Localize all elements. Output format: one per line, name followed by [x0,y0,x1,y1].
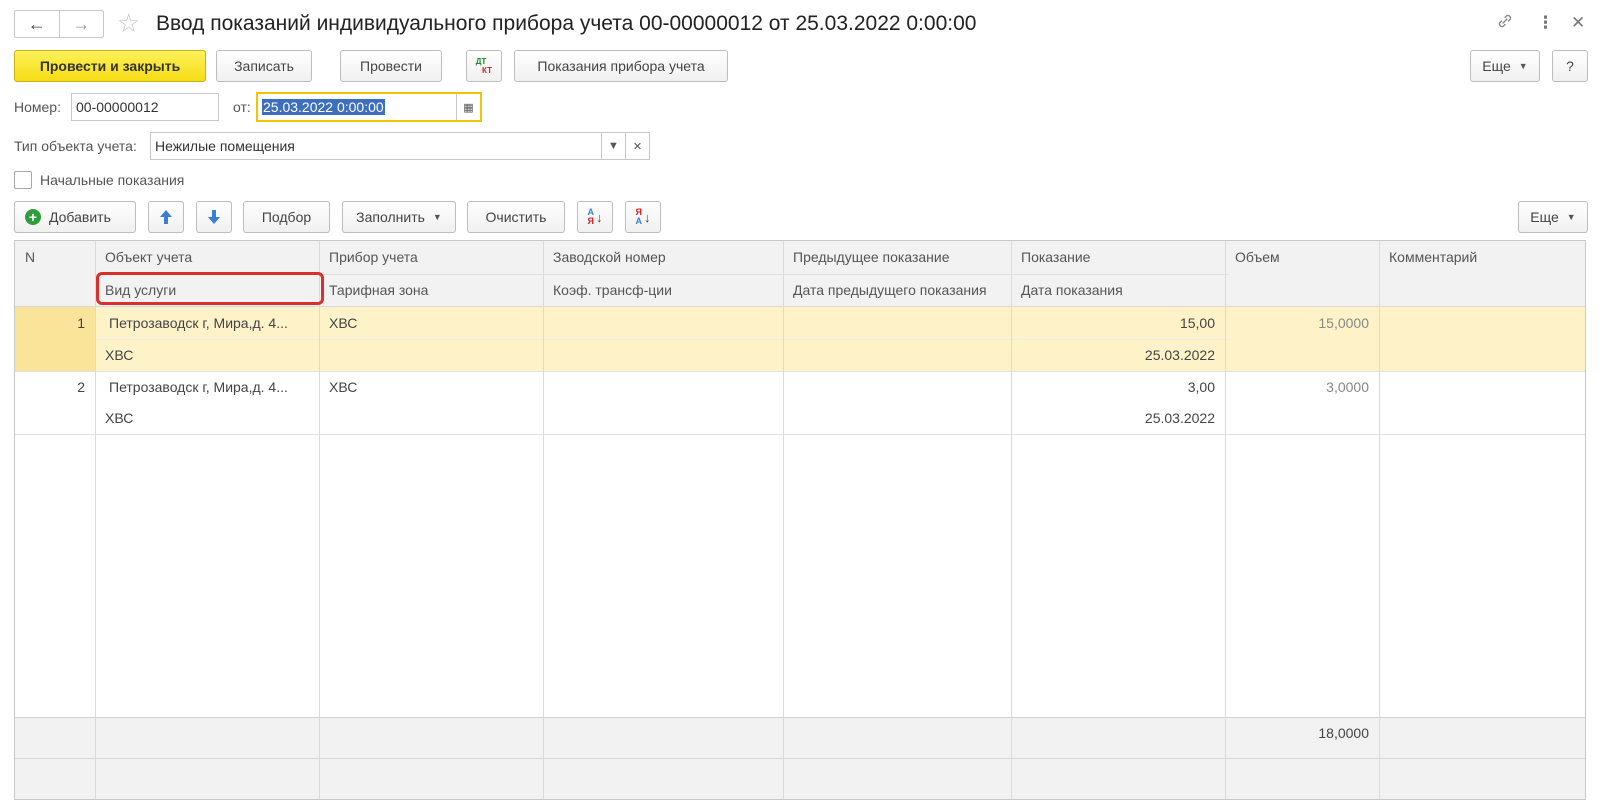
row-2-volume: 3,0000 [1326,379,1369,395]
readings-table: N Объект учета Вид услуги Прибор учета Т… [14,240,1586,800]
clear-label: Очистить [485,209,547,225]
table-more-label: Еще [1530,209,1559,225]
row-1-reading[interactable]: 15,00 [1011,307,1225,339]
close-icon[interactable]: ✕ [1571,12,1585,34]
link-icon[interactable] [1496,12,1514,36]
move-down-icon[interactable] [196,201,232,233]
add-label: Добавить [49,209,111,225]
object-type-field[interactable]: Нежилые помещения ▼ ✕ [150,132,650,160]
header-coef[interactable]: Коэф. трансф-ции [543,274,783,306]
sort-asc-bottom: Я [587,216,594,226]
initial-readings-label: Начальные показания [40,172,185,188]
meter-readings-button[interactable]: Показания прибора учета [514,50,728,82]
header-object[interactable]: Объект учета [95,241,319,273]
navigation-buttons: ← → [14,10,104,38]
post-and-close-button[interactable]: Провести и закрыть [14,50,206,82]
sort-ascending-icon[interactable]: А Я ↓ [577,201,613,233]
initial-readings-checkbox[interactable] [14,171,32,189]
row-2-object[interactable]: Петрозаводск г, Мира,д. 4... [99,371,319,403]
date-label: от: [233,99,251,115]
header-comment[interactable]: Комментарий [1379,241,1585,273]
move-up-icon[interactable] [148,201,184,233]
header-prev-date[interactable]: Дата предыдущего показания [783,274,1011,306]
post-label: Провести [360,58,422,74]
number-label: Номер: [14,99,61,115]
chevron-down-icon: ▼ [1566,212,1576,222]
star-icon[interactable]: ☆ [117,8,140,38]
kebab-menu-icon[interactable]: ⋮ [1537,12,1554,34]
row-2-reading[interactable]: 3,00 [1011,371,1225,403]
object-type-value: Нежилые помещения [155,138,295,154]
header-volume[interactable]: Объем [1225,241,1379,273]
dt-kt-icon[interactable]: ДТ КТ [466,50,502,82]
arrow-left-icon[interactable]: ← [15,11,59,37]
save-button[interactable]: Записать [216,50,312,82]
fill-label: Заполнить [356,209,425,225]
chevron-down-icon: ▼ [432,212,442,222]
number-value: 00-00000012 [76,99,159,115]
kt-label: КТ [482,66,492,75]
row-1-service[interactable]: ХВС [95,339,319,371]
sort-desc-bottom: А [635,216,643,226]
header-serial[interactable]: Заводской номер [543,241,783,273]
row-1-n[interactable]: 1 [15,307,95,339]
pick-button[interactable]: Подбор [243,201,330,233]
clear-x-icon[interactable]: ✕ [625,133,649,159]
pick-label: Подбор [261,209,312,225]
more-button[interactable]: Еще ▼ [1470,50,1540,82]
row-2-reading-date[interactable]: 25.03.2022 [1011,402,1225,434]
highlight-frame [96,272,324,305]
row-1-reading-date[interactable]: 25.03.2022 [1011,339,1225,371]
calendar-icon[interactable]: ▦ [456,94,480,120]
plus-circle-icon: + [25,209,41,225]
row-1-meter[interactable]: ХВС [319,307,543,339]
header-reading[interactable]: Показание [1011,241,1225,273]
window-title: Ввод показаний индивидуального прибора у… [156,12,977,35]
add-button[interactable]: + Добавить [14,201,136,233]
more-label: Еще [1482,58,1511,74]
sort-descending-icon[interactable]: Я А ↓ [625,201,661,233]
dropdown-arrow-icon[interactable]: ▼ [601,133,625,159]
row-1-volume: 15,0000 [1318,315,1369,331]
number-field[interactable]: 00-00000012 [71,93,219,121]
arrow-right-icon[interactable]: → [58,11,104,37]
fill-button[interactable]: Заполнить ▼ [342,201,456,233]
help-button[interactable]: ? [1552,50,1588,82]
row-2-meter[interactable]: ХВС [319,371,543,403]
chevron-down-icon: ▼ [1518,61,1528,71]
header-prev[interactable]: Предыдущее показание [783,241,1011,273]
row-2-n[interactable]: 2 [15,371,95,403]
help-label: ? [1566,58,1574,74]
header-n[interactable]: N [15,241,95,273]
header-meter[interactable]: Прибор учета [319,241,543,273]
dt-label: ДТ [475,57,487,66]
date-value: 25.03.2022 0:00:00 [262,99,385,115]
total-volume: 18,0000 [1318,725,1369,741]
clear-button[interactable]: Очистить [467,201,565,233]
meter-readings-label: Показания прибора учета [537,58,705,74]
row-2-service[interactable]: ХВС [95,402,319,434]
header-reading-date[interactable]: Дата показания [1011,274,1225,306]
header-zone[interactable]: Тарифная зона [319,274,543,306]
object-type-label: Тип объекта учета: [14,138,137,154]
save-label: Записать [234,58,294,74]
table-more-button[interactable]: Еще ▼ [1518,201,1588,233]
date-field[interactable]: 25.03.2022 0:00:00 ▦ [256,92,482,122]
post-button[interactable]: Провести [340,50,442,82]
row-1-object[interactable]: Петрозаводск г, Мира,д. 4... [99,307,319,339]
post-and-close-label: Провести и закрыть [39,58,181,74]
